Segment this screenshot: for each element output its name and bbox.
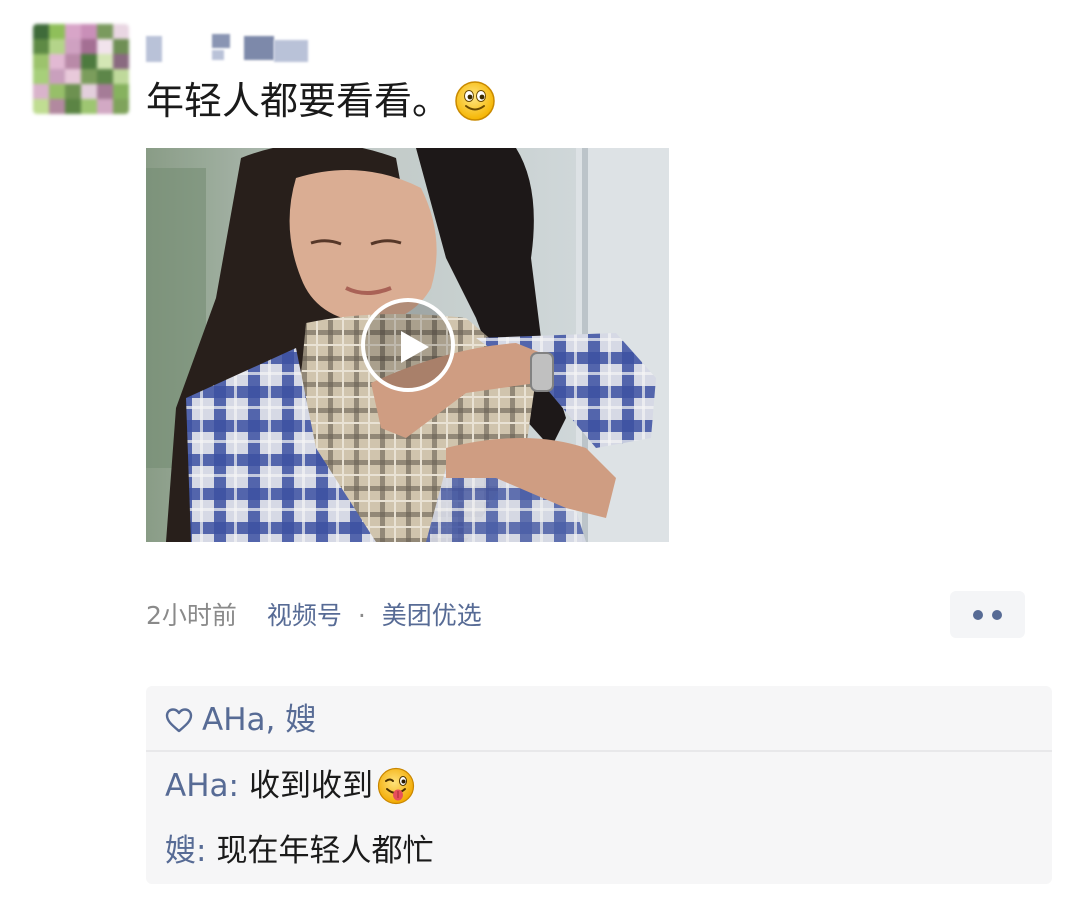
avatar-pixel — [97, 99, 113, 114]
avatar-pixel — [33, 69, 49, 84]
post-text-content: 年轻人都要看看。 — [146, 79, 451, 123]
post-text: 年轻人都要看看。 — [146, 74, 496, 128]
username-blurred[interactable] — [146, 32, 316, 66]
avatar-pixel — [97, 84, 113, 99]
avatar-pixel — [33, 99, 49, 114]
avatar-pixel — [97, 39, 113, 54]
avatar-pixel — [65, 69, 81, 84]
avatar-pixel — [65, 39, 81, 54]
comment-author[interactable]: AHa — [165, 765, 229, 807]
video-thumbnail[interactable] — [146, 148, 669, 542]
avatar-pixel — [33, 39, 49, 54]
avatar-pixel — [81, 99, 97, 114]
play-button[interactable] — [361, 298, 455, 392]
avatar-pixel — [81, 69, 97, 84]
post-meta: 2小时前 视频号 · 美团优选 — [146, 596, 482, 636]
avatar-pixel — [65, 99, 81, 114]
play-icon — [401, 331, 429, 363]
avatar-pixel — [33, 84, 49, 99]
avatar-pixel — [113, 24, 129, 39]
avatar-pixel — [49, 69, 65, 84]
avatar-pixel — [49, 24, 65, 39]
avatar-pixel — [113, 69, 129, 84]
avatar-pixel — [81, 54, 97, 69]
heart-icon — [165, 708, 193, 733]
likes-comments-panel: AHa, 嫂 AHa : 收到收到 嫂: 现在年轻人都忙 — [146, 686, 1052, 884]
comment-author[interactable]: 嫂 — [165, 830, 196, 872]
more-actions-button[interactable] — [950, 591, 1025, 638]
moments-post: 年轻人都要看看。 2小时前 视频号 · 美团优选 AHa, 嫂 AHa: 收到… — [0, 0, 1080, 921]
likes-divider — [146, 750, 1052, 752]
comment-colon: : — [228, 768, 239, 804]
wink-tongue-emoji — [377, 767, 415, 805]
post-time: 2小时前 — [146, 601, 237, 630]
likes-row: AHa, 嫂 — [164, 700, 316, 740]
more-dots-icon — [973, 610, 983, 620]
more-dots-icon-dot — [992, 610, 1002, 620]
smile-emoji — [455, 81, 495, 121]
avatar-pixel — [65, 54, 81, 69]
avatar-pixel — [113, 39, 129, 54]
avatar-pixel — [113, 99, 129, 114]
meta-separator: · — [357, 601, 366, 630]
avatar-pixel — [81, 84, 97, 99]
avatar-pixel — [49, 99, 65, 114]
avatar-pixel — [97, 24, 113, 39]
avatar-pixel — [65, 24, 81, 39]
avatar-pixel — [97, 54, 113, 69]
likes-names[interactable]: AHa, 嫂 — [202, 700, 316, 740]
avatar-pixel — [113, 54, 129, 69]
comment-item[interactable]: AHa : 收到收到 — [165, 765, 415, 807]
avatar-pixel — [33, 24, 49, 39]
store-link[interactable]: 美团优选 — [382, 601, 482, 630]
avatar-pixel — [49, 39, 65, 54]
avatar-pixel — [97, 69, 113, 84]
avatar-pixel — [49, 84, 65, 99]
comment-colon: : — [196, 833, 207, 869]
source-link[interactable]: 视频号 — [267, 601, 342, 630]
comment-item[interactable]: 嫂 : 现在年轻人都忙 — [165, 830, 433, 872]
avatar-pixel — [33, 54, 49, 69]
comment-text: 收到收到 — [248, 768, 373, 804]
avatar[interactable] — [33, 24, 129, 114]
avatar-pixel — [113, 84, 129, 99]
avatar-pixel — [81, 39, 97, 54]
comment-text: 现在年轻人都忙 — [216, 833, 434, 869]
avatar-pixel — [65, 84, 81, 99]
avatar-pixel — [81, 24, 97, 39]
avatar-pixel — [49, 54, 65, 69]
